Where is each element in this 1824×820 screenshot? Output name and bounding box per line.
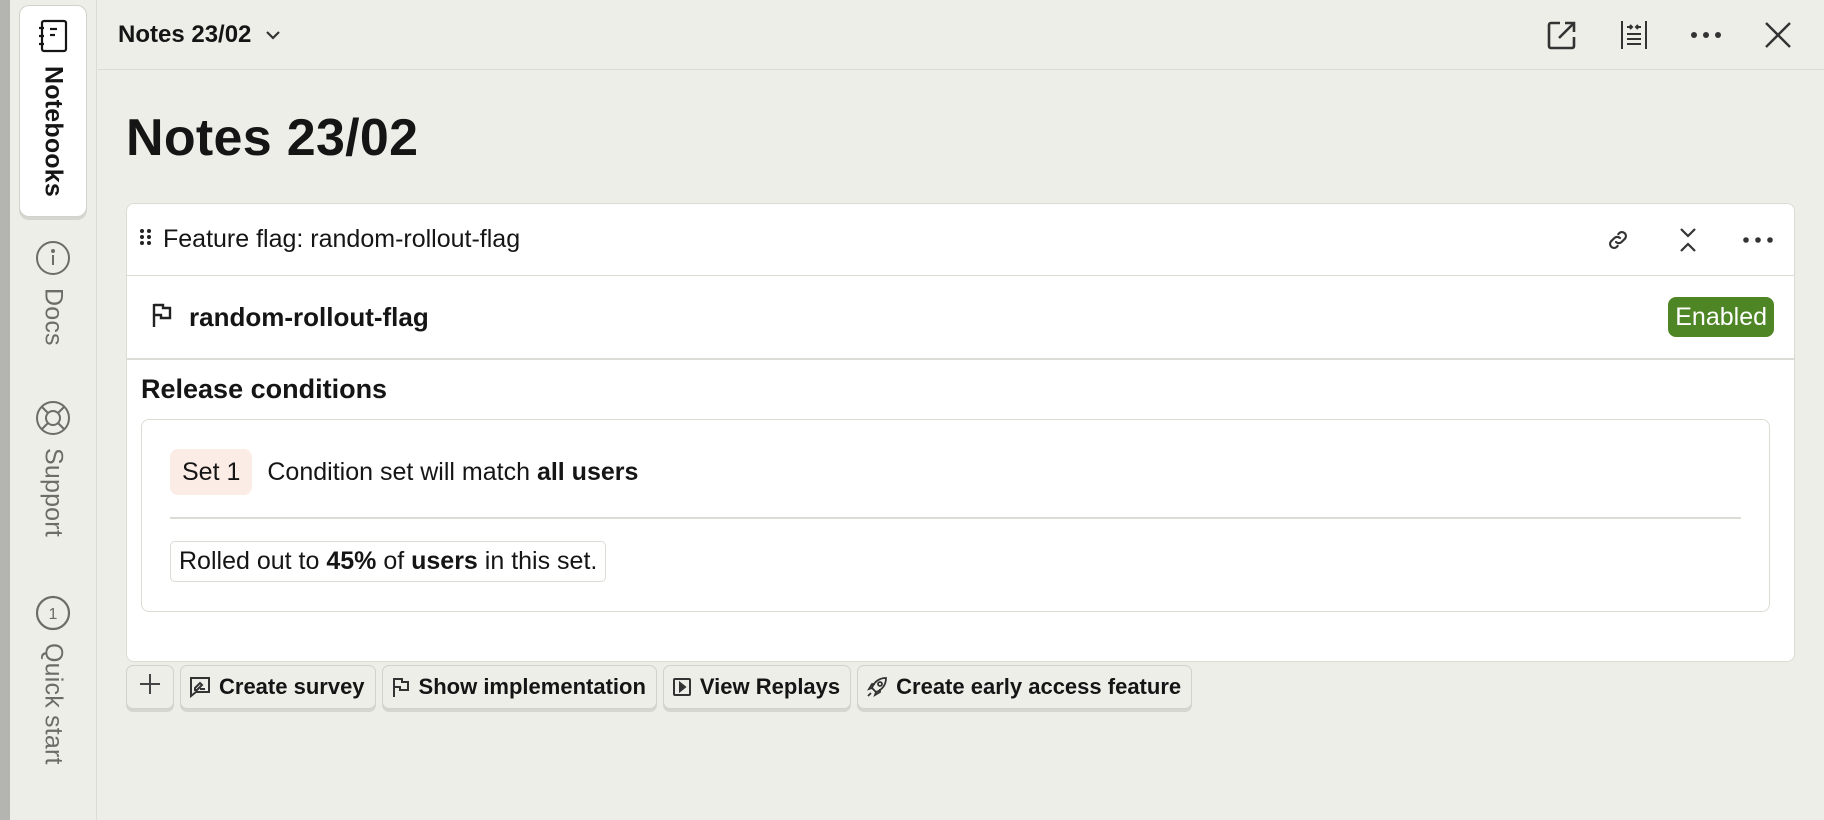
rocket-icon [866, 676, 888, 698]
info-icon [35, 240, 71, 276]
sidebar-tab-quick-start[interactable]: 1 Quick start [19, 595, 87, 765]
sidebar-tab-label: Support [39, 448, 68, 537]
svg-text:1: 1 [49, 606, 58, 623]
sidebar-tab-support[interactable]: Support [19, 400, 87, 537]
more-icon[interactable] [1740, 222, 1776, 258]
button-label: Create early access feature [896, 674, 1182, 699]
close-icon[interactable] [1760, 17, 1796, 53]
button-label: Create survey [219, 674, 365, 699]
collapse-icon[interactable] [1670, 222, 1706, 258]
fit-width-icon[interactable] [1616, 17, 1652, 53]
notebook-selector[interactable]: Notes 23/02 [118, 21, 281, 49]
divider [170, 517, 1741, 519]
notebook-selector-label: Notes 23/02 [118, 20, 252, 48]
sidebar-tab-label: Notebooks [39, 66, 68, 197]
page-title[interactable]: Notes 23/02 [126, 108, 1824, 168]
condition-description: Condition set will match all users [267, 457, 639, 486]
show-implementation-button[interactable]: Show implementation [381, 665, 657, 709]
create-survey-button[interactable]: Create survey [180, 665, 376, 709]
condition-set: Set 1 Condition set will match all users… [141, 419, 1770, 612]
lifebuoy-icon [35, 400, 71, 436]
feature-flag-card: Feature flag: random-rollout-flag random… [126, 203, 1795, 662]
flag-icon [391, 676, 411, 698]
add-button[interactable] [126, 665, 174, 709]
set-label: Set 1 [170, 449, 253, 495]
rollout-summary: Rolled out to 45% of users in this set. [170, 541, 607, 582]
open-external-icon[interactable] [1544, 17, 1580, 53]
sidebar-tab-notebooks[interactable]: Notebooks [19, 5, 87, 217]
status-badge: Enabled [1668, 297, 1774, 337]
view-replays-button[interactable]: View Replays [662, 665, 852, 709]
flag-summary-row: random-rollout-flag Enabled [127, 276, 1794, 360]
card-header: Feature flag: random-rollout-flag [127, 204, 1794, 276]
sidebar-tab-label: Docs [39, 288, 68, 346]
more-icon[interactable] [1688, 17, 1724, 53]
button-label: View Replays [699, 674, 841, 699]
sidebar-tab-docs[interactable]: Docs [19, 240, 87, 346]
flag-icon [151, 302, 173, 333]
sidebar: Notebooks Docs Support 1 Quick start [10, 0, 97, 820]
chevron-down-icon [265, 30, 281, 40]
card-title: Feature flag: random-rollout-flag [163, 225, 521, 253]
progress-ring-icon: 1 [35, 595, 71, 631]
button-label: Show implementation [418, 674, 646, 699]
notebook-icon [35, 18, 71, 54]
play-square-icon [672, 677, 692, 697]
sidebar-tab-label: Quick start [39, 643, 68, 765]
plus-icon [139, 673, 161, 701]
card-action-bar: Create survey Show implementation View R… [126, 665, 1193, 709]
panel-header: Notes 23/02 [98, 0, 1824, 70]
window-edge [0, 0, 10, 820]
drag-handle-icon[interactable] [139, 228, 153, 251]
notebook-panel: Notes 23/02 Notes 23/02 Feature flag: ra… [98, 0, 1824, 820]
release-conditions-heading: Release conditions [141, 374, 388, 404]
flag-key[interactable]: random-rollout-flag [189, 302, 429, 333]
link-icon[interactable] [1600, 222, 1636, 258]
create-early-access-feature-button[interactable]: Create early access feature [857, 665, 1193, 709]
survey-icon [189, 676, 211, 698]
